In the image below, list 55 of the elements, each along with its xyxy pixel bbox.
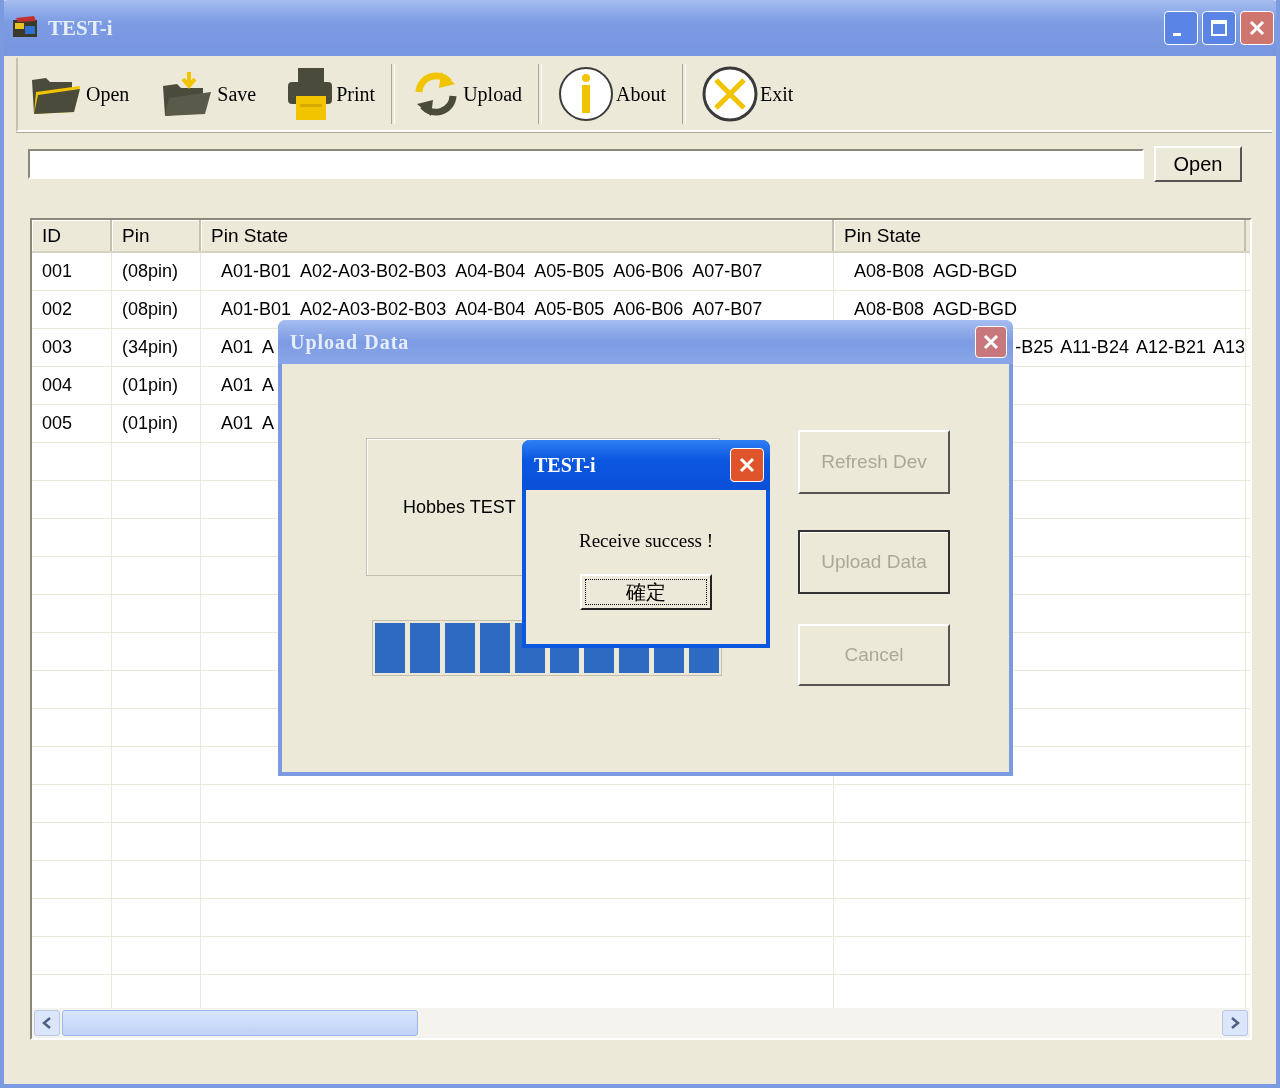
close-button[interactable]	[1240, 11, 1274, 45]
path-field[interactable]	[28, 149, 1144, 179]
table-row[interactable]: 001 (08pin) A01-B01 A02-A03-B02-B03 A04-B04 A05-B05 A06-B06 A07-B07 A08-B08 AGD-BGD	[32, 253, 1250, 291]
minimize-icon	[1173, 32, 1181, 36]
horizontal-scrollbar[interactable]	[32, 1008, 1250, 1038]
table-cell: (01pin)	[122, 375, 179, 396]
table-cell: A01 A	[221, 375, 275, 396]
toolbar-button[interactable]: Exit	[702, 66, 808, 122]
maximize-button[interactable]	[1202, 11, 1236, 45]
column-header[interactable]: Pin State	[834, 220, 1246, 251]
table-cell: (34pin)	[122, 337, 179, 358]
close-button[interactable]	[730, 448, 764, 482]
table-cell: (08pin)	[122, 261, 179, 282]
table-cell: 001	[42, 261, 73, 282]
scrollbar-thumb[interactable]	[62, 1010, 418, 1036]
toolbar-button[interactable]: Open	[28, 70, 144, 118]
message-text: Receive success !	[579, 530, 713, 552]
open-button[interactable]: Open	[1154, 146, 1242, 182]
dialog-title: Upload Data	[290, 330, 410, 354]
table-cell: 004	[42, 375, 73, 396]
table-cell: 002	[42, 299, 73, 320]
table-cell: -B25 A11-B24 A12-B21 A13	[1015, 337, 1245, 358]
table-cell: (08pin)	[122, 299, 179, 320]
table-cell: 003	[42, 337, 73, 358]
app-icon	[12, 16, 40, 40]
minimize-button[interactable]	[1164, 11, 1198, 45]
table-cell: (01pin)	[122, 413, 179, 434]
window-title: TEST-i	[48, 15, 113, 41]
close-icon	[982, 333, 1000, 351]
column-header[interactable]: Pin	[112, 220, 201, 251]
scroll-right-button[interactable]	[1222, 1010, 1248, 1036]
device-name: Hobbes TEST	[403, 496, 516, 518]
message-box-title: TEST-i	[534, 453, 596, 477]
close-button[interactable]	[975, 326, 1007, 358]
toolbar-button[interactable]: Upload	[411, 68, 536, 120]
close-icon	[738, 456, 756, 474]
toolbar-button[interactable]: Print	[286, 66, 390, 122]
toolbar-button[interactable]: Save	[159, 70, 271, 118]
info-icon	[558, 66, 614, 122]
table-cell: A01-B01 A02-A03-B02-B03 A04-B04 A05-B05 A06-B06 A07-B07	[221, 261, 763, 282]
column-header[interactable]: Pin State	[201, 220, 834, 251]
table-cell: A01 A	[221, 337, 275, 358]
ok-button[interactable]: 確定	[580, 574, 712, 610]
toolbar-button[interactable]: About	[558, 66, 680, 122]
table-cell: A01-B01 A02-A03-B02-B03 A04-B04 A05-B05 A06-B06 A07-B07	[221, 299, 763, 320]
close-icon	[1248, 19, 1266, 37]
table-cell: A08-B08 AGD-BGD	[854, 261, 1018, 282]
maximize-icon	[1210, 19, 1228, 37]
printer-icon	[286, 66, 335, 122]
table-cell: A01 A	[221, 413, 275, 434]
table-cell: 005	[42, 413, 73, 434]
exit-icon	[702, 66, 758, 122]
scroll-left-button[interactable]	[34, 1010, 60, 1036]
column-header[interactable]: ID	[32, 220, 112, 251]
table-cell: A08-B08 AGD-BGD	[854, 299, 1018, 320]
